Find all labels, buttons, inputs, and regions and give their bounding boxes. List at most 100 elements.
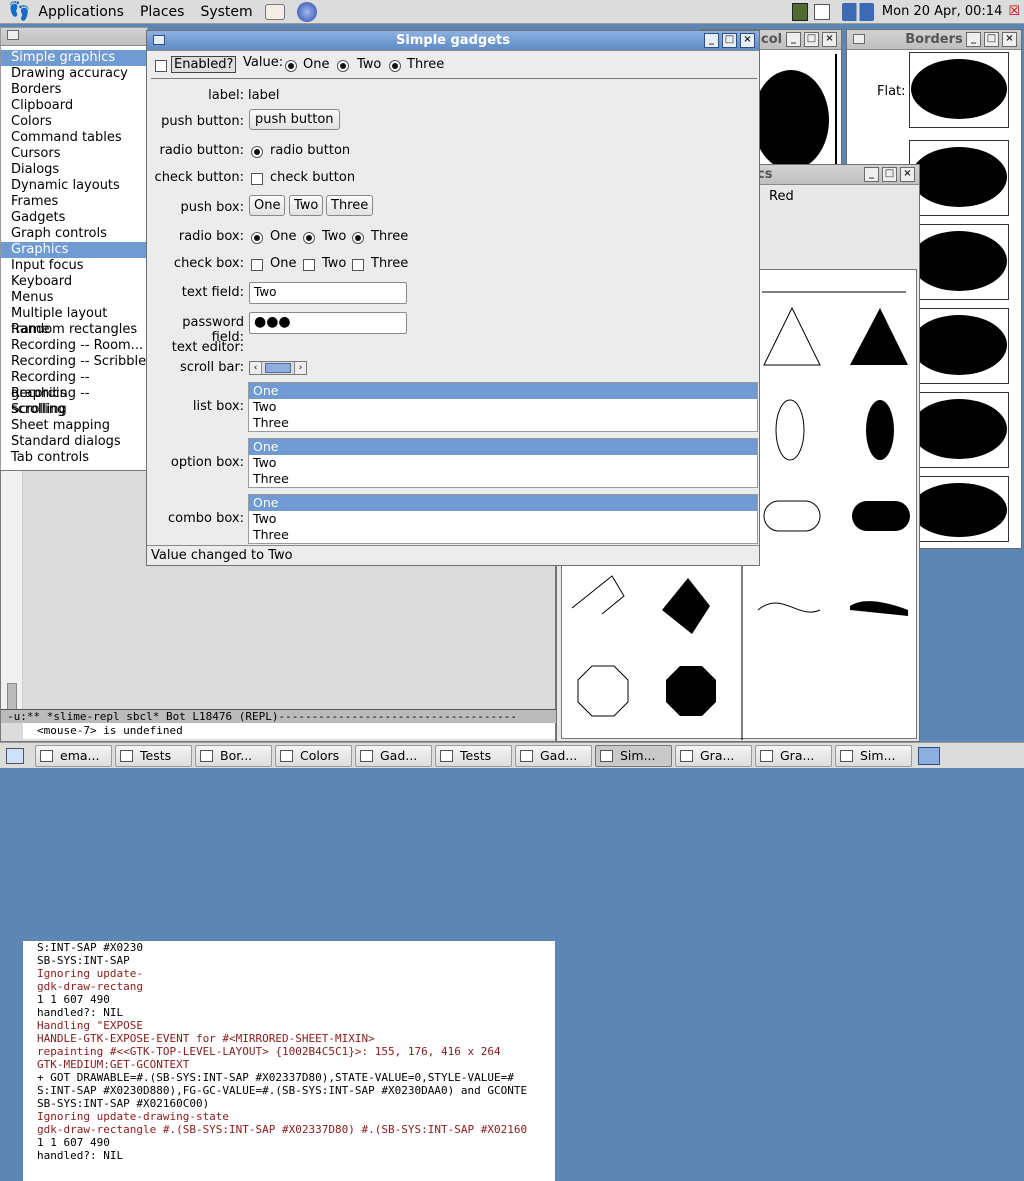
push-box-three[interactable]: Three (326, 195, 374, 216)
demo-list-item[interactable]: Command tables (1, 130, 147, 146)
close-icon[interactable]: × (900, 167, 915, 182)
demo-list-item[interactable]: Graph controls (1, 226, 147, 242)
taskbar-button[interactable]: ema... (35, 744, 112, 767)
close-icon[interactable]: × (740, 33, 755, 48)
demo-list-item[interactable]: Sheet mapping (1, 418, 147, 434)
push-box-two[interactable]: Two (289, 195, 324, 216)
demo-list-item[interactable]: Multiple layout frame (1, 306, 147, 337)
taskbar-button[interactable]: Gra... (675, 744, 752, 767)
minimize-icon[interactable]: _ (704, 33, 719, 48)
taskbar-button[interactable]: Tests (435, 744, 512, 767)
window-menu-icon[interactable] (7, 30, 19, 40)
demo-list-item[interactable]: Cursors (1, 146, 147, 162)
demo-list-item[interactable]: Random rectangles (1, 322, 147, 338)
close-icon[interactable]: × (1002, 32, 1017, 47)
scroll-left-arrow[interactable]: ‹ (250, 362, 262, 374)
option-item[interactable]: One (249, 439, 757, 455)
push-button[interactable]: push button (249, 109, 340, 130)
minimize-icon[interactable]: _ (864, 167, 879, 182)
list-item[interactable]: Two (249, 399, 757, 415)
scroll-right-arrow[interactable]: › (294, 362, 306, 374)
demo-list-item[interactable]: Menus (1, 290, 147, 306)
value-radio-three[interactable] (389, 60, 401, 72)
menu-system[interactable]: System (200, 4, 252, 20)
demo-list-item[interactable]: Scrolling (1, 402, 147, 418)
minimize-icon[interactable]: _ (966, 32, 981, 47)
radio-box-three[interactable] (352, 232, 364, 244)
window-menu-icon[interactable] (853, 34, 865, 44)
demo-list-item[interactable]: Gadgets (1, 210, 147, 226)
notes-icon[interactable] (813, 3, 830, 20)
check-button-control[interactable] (251, 173, 263, 185)
push-box-one[interactable]: One (249, 195, 286, 216)
demo-list-item[interactable]: Clipboard (1, 98, 147, 114)
taskbar-button[interactable]: Sim... (595, 744, 672, 767)
network-icon[interactable] (841, 2, 874, 21)
radio-button-control[interactable] (251, 146, 263, 158)
check-box-two[interactable] (303, 259, 315, 271)
show-desktop-icon[interactable] (6, 747, 24, 764)
option-item[interactable]: Three (249, 471, 757, 487)
demo-list-item[interactable]: Recording -- Scribble (1, 354, 147, 370)
minimize-icon[interactable]: _ (786, 32, 801, 47)
scrollbar[interactable] (7, 683, 17, 711)
demo-list-item[interactable]: Recording -- scrolling (1, 386, 147, 417)
password-field[interactable]: ●●● (249, 312, 407, 334)
radio-box-one[interactable] (251, 232, 263, 244)
workspace-switcher-icon[interactable] (918, 746, 940, 765)
combo-item[interactable]: Two (249, 511, 757, 527)
mail-launcher-icon[interactable] (264, 3, 285, 20)
demo-list-item[interactable]: Graphics (1, 242, 147, 258)
list-item[interactable]: Three (249, 415, 757, 431)
browser-launcher-icon[interactable] (296, 1, 317, 22)
demo-list-item[interactable]: Simple graphics (1, 50, 147, 66)
taskbar-button[interactable]: Gad... (355, 744, 432, 767)
list-box[interactable]: One Two Three (248, 382, 758, 432)
menu-places[interactable]: Places (140, 4, 185, 20)
taskbar-button[interactable]: Bor... (195, 744, 272, 767)
demo-list-item[interactable]: Dialogs (1, 162, 147, 178)
battery-icon[interactable] (791, 2, 808, 21)
text-field[interactable]: Two (249, 282, 407, 304)
value-radio-two[interactable] (337, 60, 349, 72)
clock[interactable]: Mon 20 Apr, 00:14 (882, 4, 1002, 19)
repl-output[interactable]: S:INT-SAP #X0230 SB-SYS:INT-SAP Ignoring u… (23, 941, 555, 1181)
check-box-three[interactable] (352, 259, 364, 271)
demo-list-item[interactable]: Drawing accuracy (1, 66, 147, 82)
scroll-bar[interactable]: ‹ › (249, 361, 307, 375)
demo-list-item[interactable]: Recording -- graphics (1, 370, 147, 401)
value-radio-one[interactable] (285, 60, 297, 72)
taskbar-button[interactable]: Gad... (515, 744, 592, 767)
demo-list-item[interactable]: Recording -- Room... (1, 338, 147, 354)
option-box[interactable]: One Two Three (248, 438, 758, 488)
emacs-minibuffer[interactable]: <mouse-7> is undefined (23, 723, 555, 739)
enabled-checkbox[interactable] (155, 60, 167, 72)
check-box-one[interactable] (251, 259, 263, 271)
combo-item[interactable]: One (249, 495, 757, 511)
check-button-text[interactable]: check button (270, 170, 355, 185)
demo-list-item[interactable]: Input focus (1, 258, 147, 274)
demo-list-item[interactable]: Standard dialogs (1, 434, 147, 450)
demo-list-item[interactable]: Dynamic layouts (1, 178, 147, 194)
taskbar-button[interactable]: Tests (115, 744, 192, 767)
demo-list-item[interactable]: Colors (1, 114, 147, 130)
maximize-icon[interactable]: □ (882, 167, 897, 182)
menu-applications[interactable]: Applications (38, 4, 124, 20)
option-item[interactable]: Two (249, 455, 757, 471)
logout-icon[interactable]: ☒ (1008, 4, 1020, 19)
radio-button-text[interactable]: radio button (270, 143, 350, 158)
list-item[interactable]: One (249, 383, 757, 399)
combo-item[interactable]: Three (249, 527, 757, 543)
taskbar-button[interactable]: Sim... (835, 744, 912, 767)
maximize-icon[interactable]: □ (804, 32, 819, 47)
gnome-foot-icon[interactable]: 👣 (8, 2, 30, 21)
demo-list-item[interactable]: Keyboard (1, 274, 147, 290)
taskbar-button[interactable]: Gra... (755, 744, 832, 767)
scroll-thumb[interactable] (265, 363, 291, 373)
enabled-label[interactable]: Enabled? (171, 56, 237, 73)
close-icon[interactable]: × (822, 32, 837, 47)
combo-box[interactable]: One Two Three (248, 494, 758, 544)
demo-list-item[interactable]: Tab controls (1, 450, 147, 466)
window-menu-icon[interactable] (153, 35, 165, 45)
radio-box-two[interactable] (303, 232, 315, 244)
